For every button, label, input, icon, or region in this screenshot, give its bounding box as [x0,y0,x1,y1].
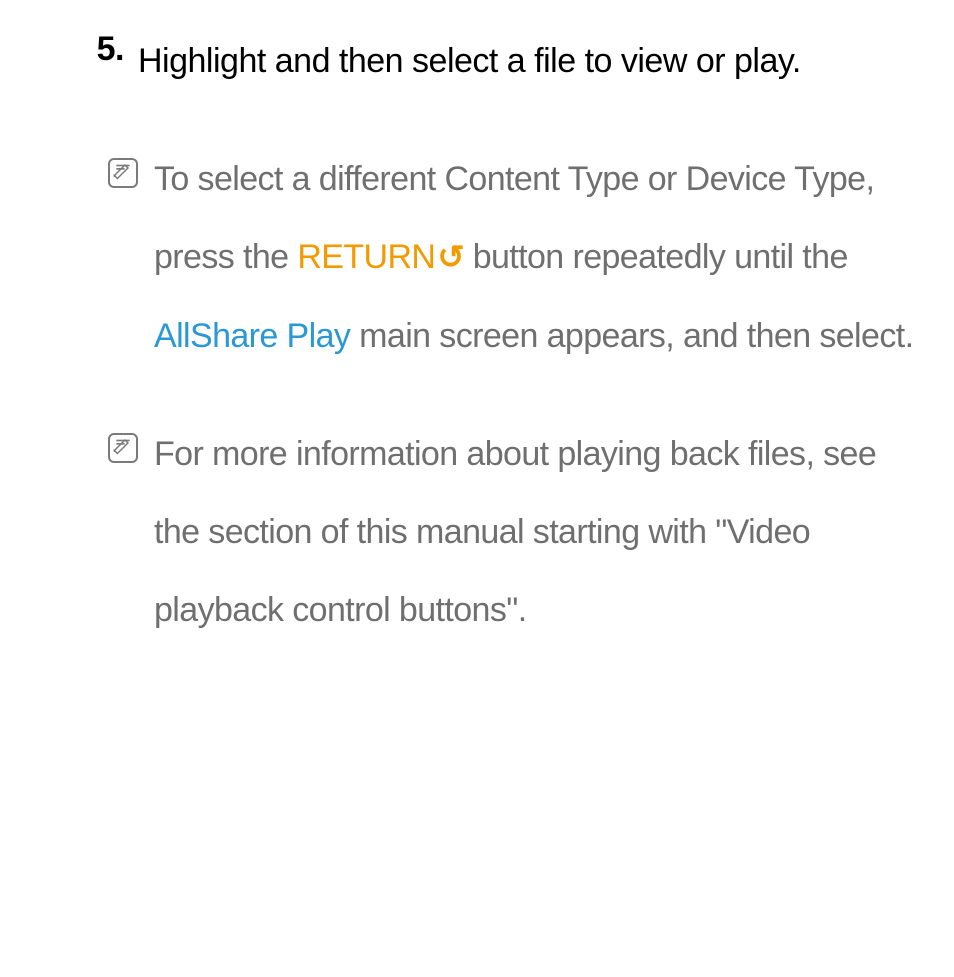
note-body-2: For more information about playing back … [154,415,926,650]
manual-page: 5. Highlight and then select a file to v… [0,0,954,649]
note-1: To select a different Content Type or De… [28,140,926,375]
allshare-play-label: AllShare Play [154,317,350,355]
note-2: For more information about playing back … [28,415,926,650]
step-5: 5. Highlight and then select a file to v… [28,22,926,100]
note-text: main screen appears, and then select. [350,317,913,355]
note-text: button repeatedly until the [464,238,848,276]
return-label: RETURN [297,238,435,276]
step-text: Highlight and then select a file to view… [138,22,926,100]
note-icon-col [28,415,154,463]
step-number: 5. [28,22,138,76]
note-icon [108,433,138,463]
note-body-1: To select a different Content Type or De… [154,140,926,375]
return-undo-icon: ↺ [437,220,463,294]
note-icon [108,158,138,188]
note-text: For more information about playing back … [154,435,876,629]
note-icon-col [28,140,154,188]
